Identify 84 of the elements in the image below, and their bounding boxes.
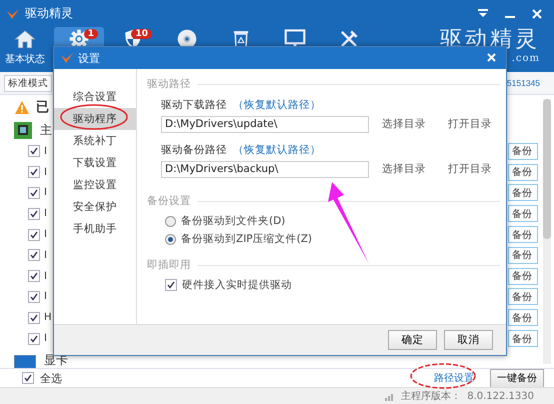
driver-name: I xyxy=(44,250,47,261)
annotation-ellipse xyxy=(410,363,476,389)
choose-folder-button[interactable]: 选择目录 xyxy=(382,117,426,131)
checkbox[interactable] xyxy=(28,186,40,199)
checkbox[interactable] xyxy=(28,166,40,178)
open-folder-button[interactable]: 打开目录 xyxy=(448,162,492,176)
app-logo-icon xyxy=(6,8,20,20)
settings-nav-item[interactable]: 手机助手 xyxy=(54,218,136,240)
checkbox[interactable] xyxy=(28,208,40,220)
checkbox[interactable] xyxy=(28,290,40,303)
driver-name: H xyxy=(44,312,52,324)
open-folder-button[interactable]: 打开目录 xyxy=(448,117,492,131)
version-label: 主程序版本： xyxy=(401,390,462,403)
choose-folder-button[interactable]: 选择目录 xyxy=(382,162,426,176)
radio-button[interactable] xyxy=(165,216,176,226)
group-title: 主 xyxy=(40,122,52,138)
driver-name: I xyxy=(44,333,47,344)
window-title: 驱动精灵 xyxy=(25,5,74,22)
dialog-title: 设置 xyxy=(78,50,100,66)
select-all-label: 全选 xyxy=(40,370,62,386)
path-field[interactable]: D:\MyDrivers\update\ xyxy=(161,116,369,132)
section-title: 驱动路径 xyxy=(147,77,191,91)
settings-nav-item[interactable]: 安全保护 xyxy=(54,196,136,218)
checkbox[interactable] xyxy=(28,332,40,345)
backup-all-button[interactable]: 一键备份 xyxy=(490,368,544,388)
driver-name: I xyxy=(44,270,47,282)
mode-selector[interactable]: 标准模式 xyxy=(4,74,52,92)
settings-nav-item[interactable]: 驱动程序 xyxy=(54,108,136,130)
brand-domain-text: .com xyxy=(512,53,540,64)
checkbox[interactable] xyxy=(28,145,40,158)
checkbox[interactable] xyxy=(28,312,40,324)
toolbar-tab[interactable]: 基本状态 xyxy=(0,27,50,72)
count-badge: 1 xyxy=(84,29,98,39)
checkbox[interactable] xyxy=(165,279,177,291)
option-label: 硬件接入实时提供驱动 xyxy=(182,278,292,292)
driver-name: I xyxy=(44,146,47,157)
driver-name: I xyxy=(44,291,47,302)
option-label: 备份驱动到ZIP压缩文件(Z) xyxy=(181,232,312,246)
settings-nav-item[interactable]: 监控设置 xyxy=(54,174,136,196)
radio-button[interactable] xyxy=(165,234,176,244)
signal-icon xyxy=(385,392,396,400)
dialog-button[interactable]: 确定 xyxy=(388,330,437,350)
checkbox[interactable] xyxy=(28,228,40,241)
select-all-checkbox[interactable] xyxy=(22,372,34,384)
monitor-icon xyxy=(14,354,36,368)
backup-button[interactable]: 备份 xyxy=(508,205,538,222)
home-icon xyxy=(14,29,36,49)
restore-default-link[interactable]: （恢复默认路径） xyxy=(233,98,321,112)
path-field[interactable]: D:\MyDrivers\backup\ xyxy=(161,160,369,178)
checkbox[interactable] xyxy=(28,270,40,282)
notice-text: 已 xyxy=(36,99,49,116)
motherboard-icon xyxy=(14,122,32,138)
backup-button[interactable]: 备份 xyxy=(508,330,538,348)
backup-button[interactable]: 备份 xyxy=(508,184,538,202)
driver-name: I xyxy=(44,166,47,178)
restore-default-link[interactable]: （恢复默认路径） xyxy=(233,143,321,157)
annotation-ellipse xyxy=(60,104,128,130)
driver-name: I xyxy=(44,208,47,220)
path-label: 驱动备份路径 xyxy=(161,143,227,157)
option-label: 备份驱动到文件夹(D) xyxy=(181,214,286,228)
scrollbar[interactable] xyxy=(543,99,551,364)
section-title: 即插即用 xyxy=(147,258,191,272)
backup-button[interactable]: 备份 xyxy=(508,226,538,244)
dialog-logo-icon xyxy=(60,52,74,64)
settings-nav-item[interactable]: 综合设置 xyxy=(54,86,136,108)
checkbox[interactable] xyxy=(28,249,40,262)
backup-button[interactable]: 备份 xyxy=(508,246,538,264)
number-link[interactable]: 5151345 xyxy=(506,78,550,88)
settings-nav-item[interactable]: 系统补丁 xyxy=(54,130,136,152)
version-number: 8.0.122.1330 xyxy=(467,390,534,402)
driver-name: I xyxy=(44,187,47,198)
warning-icon xyxy=(14,100,30,114)
driver-name: I xyxy=(44,229,47,240)
backup-button[interactable]: 备份 xyxy=(508,268,538,285)
count-badge: 10 xyxy=(131,29,152,39)
dialog-button[interactable]: 取消 xyxy=(444,330,493,350)
backup-button[interactable]: 备份 xyxy=(508,142,538,160)
section-title: 备份设置 xyxy=(147,194,191,208)
settings-nav-item[interactable]: 下载设置 xyxy=(54,152,136,174)
backup-button[interactable]: 备份 xyxy=(508,309,538,326)
path-label: 驱动下载路径 xyxy=(161,98,227,112)
path-settings-link[interactable]: 路径设置 xyxy=(434,371,474,385)
backup-button[interactable]: 备份 xyxy=(508,164,538,181)
backup-button[interactable]: 备份 xyxy=(508,288,538,306)
